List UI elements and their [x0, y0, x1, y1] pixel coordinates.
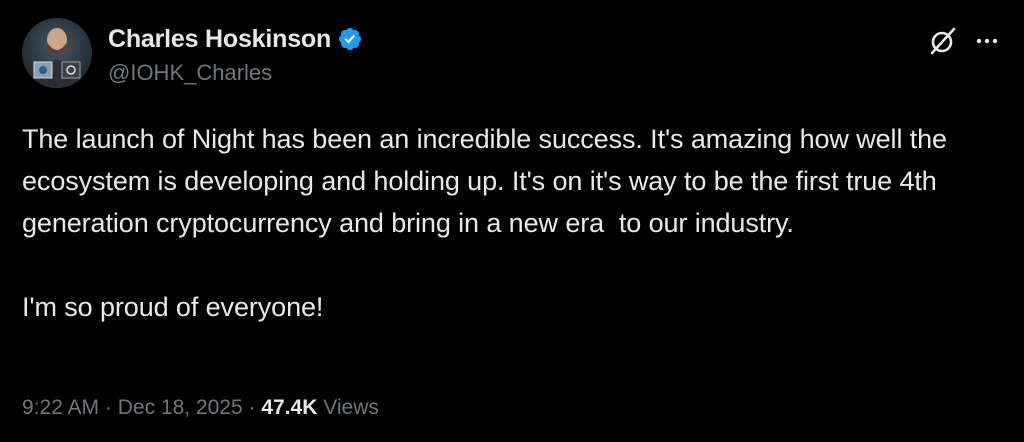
author-display-name[interactable]: Charles Hoskinson — [108, 25, 331, 54]
meta-separator: · — [99, 396, 118, 419]
meta-separator: · — [242, 396, 262, 419]
tweet-date[interactable]: Dec 18, 2025 — [118, 396, 243, 420]
avatar[interactable] — [22, 18, 92, 88]
views-count[interactable]: 47.4K — [261, 396, 317, 420]
grok-icon[interactable] — [928, 26, 958, 56]
tweet-card: Charles Hoskinson @IOHK_Charles The laun… — [0, 0, 1024, 442]
tweet-text: The launch of Night has been an incredib… — [22, 124, 947, 322]
tweet-time[interactable]: 9:22 AM — [22, 396, 99, 420]
author-handle[interactable]: @IOHK_Charles — [108, 60, 363, 86]
verified-badge-icon[interactable] — [337, 26, 363, 52]
tweet-meta: 9:22 AM · Dec 18, 2025 · 47.4K Views — [22, 396, 379, 420]
author-block: Charles Hoskinson @IOHK_Charles — [108, 22, 363, 86]
more-options-icon[interactable] — [974, 30, 1000, 52]
views-label: Views — [317, 396, 379, 419]
author-name-row: Charles Hoskinson — [108, 22, 363, 56]
